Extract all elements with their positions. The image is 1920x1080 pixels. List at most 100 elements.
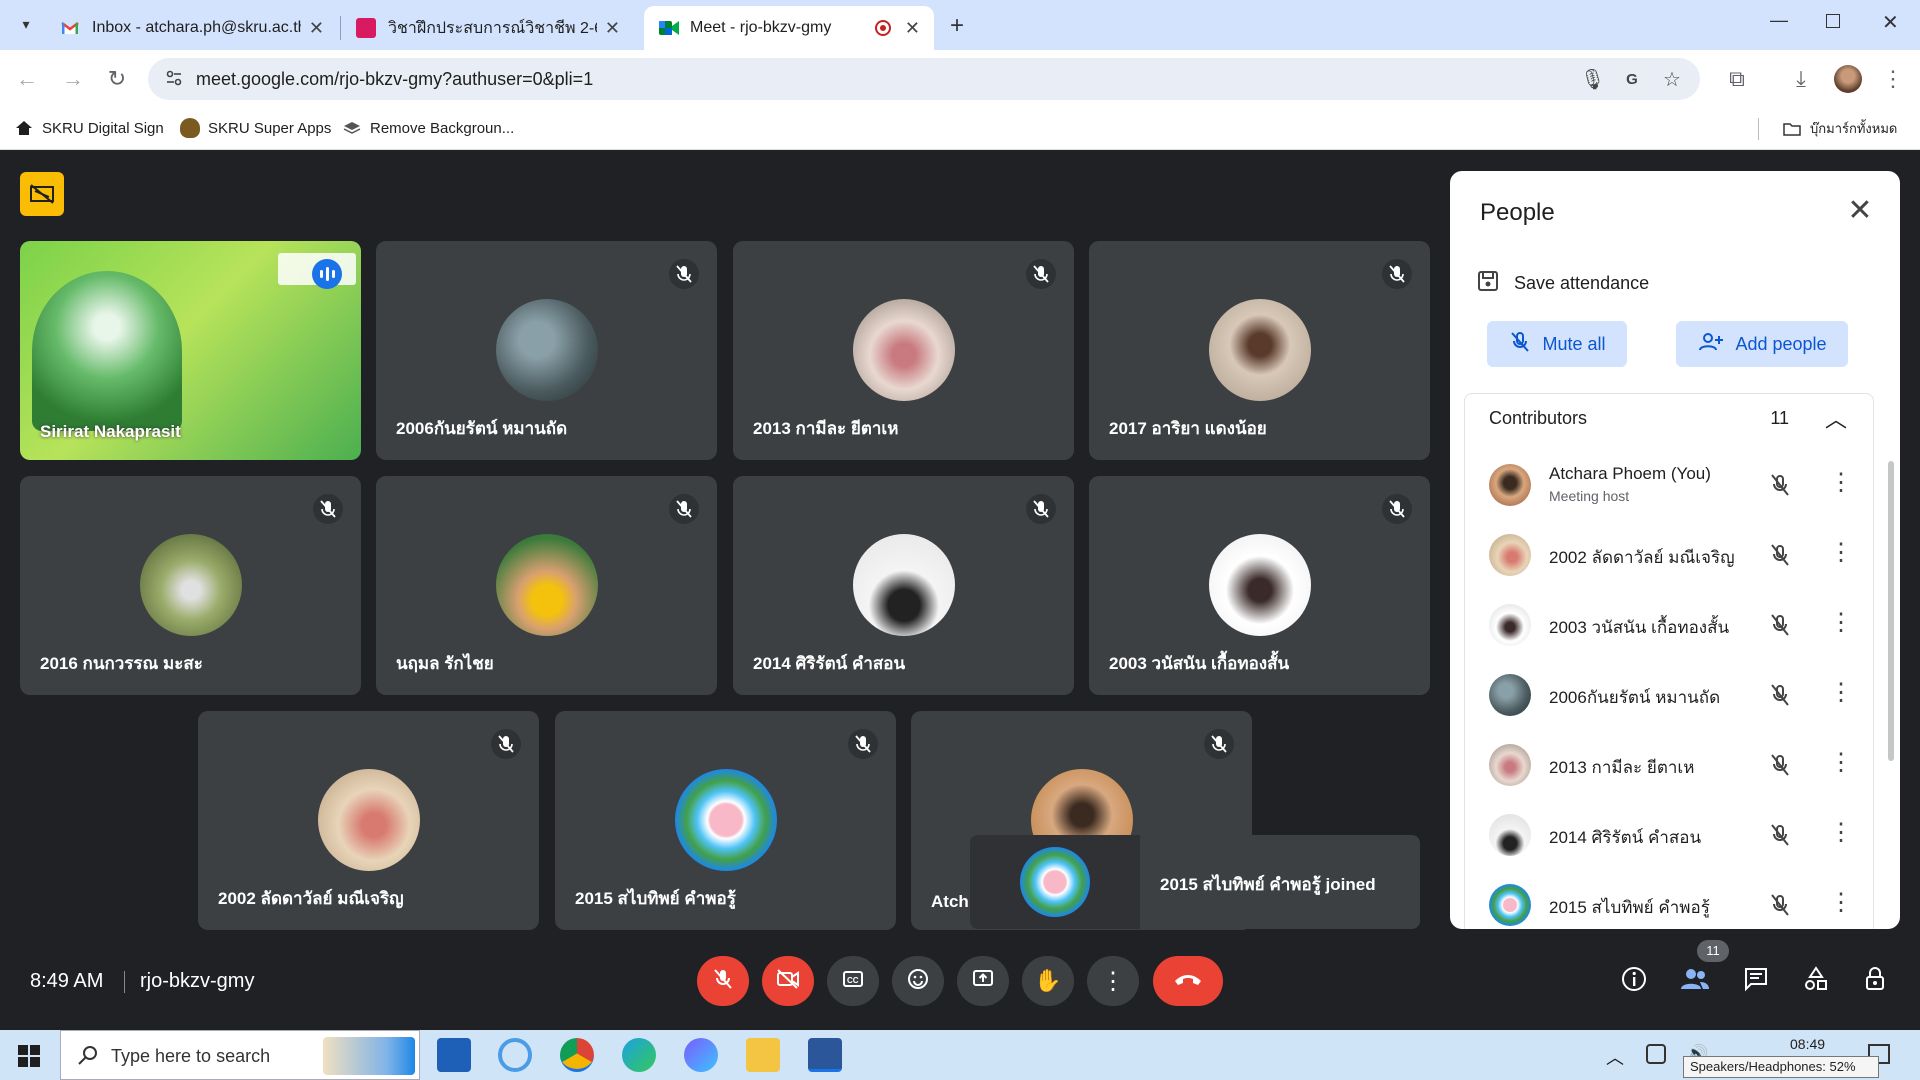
more-vert-icon: ⋮ xyxy=(1101,967,1125,995)
forward-button[interactable]: → xyxy=(58,64,88,94)
mic-off-icon[interactable] xyxy=(1767,542,1793,568)
participant-name: 2014 ศิริรัตน์ คำสอน xyxy=(753,654,906,673)
participant-tile[interactable]: 2015 สไบทิพย์ คำพอรู้ xyxy=(555,711,896,930)
participant-tile[interactable]: 2017 อาริยา แดงน้อย xyxy=(1089,241,1430,460)
site-info-icon[interactable] xyxy=(162,68,186,92)
more-options-icon[interactable]: ⋮ xyxy=(1829,468,1853,498)
close-icon[interactable]: ✕ xyxy=(1844,195,1876,227)
chat-button[interactable] xyxy=(1737,962,1775,1000)
participant-tile[interactable]: 2003 วนัสนัน เกื้อทองสั้น xyxy=(1089,476,1430,695)
translate-icon[interactable]: G xyxy=(1620,68,1644,92)
tray-clock[interactable]: 08:49 xyxy=(1790,1036,1825,1052)
bookmark-remove-background[interactable]: Remove Backgroun... xyxy=(342,118,514,138)
activities-button[interactable] xyxy=(1797,962,1835,1000)
mic-off-icon xyxy=(1382,494,1412,524)
captions-button[interactable]: CC xyxy=(827,956,879,1006)
more-options-icon[interactable]: ⋮ xyxy=(1829,538,1853,568)
mic-off-icon[interactable] xyxy=(1767,752,1793,778)
bookmark-skru-digital-sign[interactable]: SKRU Digital Sign xyxy=(14,118,164,138)
chevron-up-icon[interactable]: ︿ xyxy=(1606,1044,1624,1070)
close-icon[interactable]: ✕ xyxy=(309,18,324,39)
participant-row[interactable]: 2014 ศิริรัตน์ คำสอน ⋮ xyxy=(1465,800,1875,870)
microphone-toggle-button[interactable] xyxy=(697,956,749,1006)
participant-row[interactable]: 2002 ลัดดาวัลย์ มณีเจริญ ⋮ xyxy=(1465,520,1875,590)
close-window-button[interactable]: ✕ xyxy=(1882,10,1899,35)
tab-search-icon[interactable]: ▾ xyxy=(14,12,38,36)
participant-tile[interactable]: 2014 ศิริรัตน์ คำสอน xyxy=(733,476,1074,695)
participant-row[interactable]: 2013 กามีละ ยีตาเห ⋮ xyxy=(1465,730,1875,800)
reload-button[interactable]: ↻ xyxy=(102,64,132,94)
copilot-icon[interactable] xyxy=(684,1038,718,1072)
participant-row[interactable]: 2006กันยรัตน์ หมานถัด ⋮ xyxy=(1465,660,1875,730)
captions-icon: CC xyxy=(841,967,865,996)
file-explorer-icon[interactable] xyxy=(746,1038,780,1072)
minimize-button[interactable]: — xyxy=(1770,10,1788,31)
participant-row[interactable]: 2015 สไบทิพย์ คำพอรู้ ⋮ xyxy=(1465,870,1875,929)
save-attendance-button[interactable]: Save attendance xyxy=(1476,269,1649,298)
profile-avatar[interactable] xyxy=(1834,65,1862,93)
address-bar[interactable]: meet.google.com/rjo-bkzv-gmy?authuser=0&… xyxy=(148,58,1700,100)
new-tab-button[interactable]: + xyxy=(950,12,964,40)
browser-toolbar: ← → ↻ meet.google.com/rjo-bkzv-gmy?authu… xyxy=(0,50,1920,108)
more-options-icon[interactable]: ⋮ xyxy=(1829,608,1853,638)
close-icon[interactable]: ✕ xyxy=(905,18,920,39)
chrome-icon[interactable] xyxy=(560,1038,594,1072)
participant-row[interactable]: 2003 วนัสนัน เกื้อทองสั้น ⋮ xyxy=(1465,590,1875,660)
participant-tile[interactable]: Sirirat Nakaprasit xyxy=(20,241,361,460)
present-screen-button[interactable] xyxy=(957,956,1009,1006)
internet-explorer-icon[interactable] xyxy=(498,1038,532,1072)
leave-call-button[interactable] xyxy=(1153,956,1223,1006)
download-icon[interactable]: ⤓ xyxy=(1786,64,1816,94)
back-button[interactable]: ← xyxy=(12,64,42,94)
add-people-button[interactable]: Add people xyxy=(1676,321,1848,367)
windows-start-icon[interactable] xyxy=(18,1045,40,1067)
participant-tile[interactable]: 2006กันยรัตน์ หมานถัด xyxy=(376,241,717,460)
participant-row[interactable]: Atchara Phoem (You) Meeting host ⋮ xyxy=(1465,450,1875,520)
word-icon[interactable] xyxy=(808,1038,842,1072)
more-options-icon[interactable]: ⋮ xyxy=(1829,818,1853,848)
tab-meet[interactable]: Meet - rjo-bkzv-gmy ✕ xyxy=(644,6,934,50)
bookmark-skru-super-apps[interactable]: SKRU Super Apps xyxy=(180,118,331,138)
tab-course[interactable]: วิชาฝึกประสบการณ์วิชาชีพ 2-66 ก ✕ xyxy=(342,6,634,50)
meeting-info-badge[interactable] xyxy=(20,172,64,216)
chevron-up-icon[interactable]: ︿ xyxy=(1825,402,1847,434)
host-controls-button[interactable] xyxy=(1856,962,1894,1000)
star-icon[interactable]: ☆ xyxy=(1660,68,1684,92)
camera-toggle-button[interactable] xyxy=(762,956,814,1006)
microphone-icon[interactable]: 🎙 xyxy=(1580,68,1605,92)
reactions-button[interactable] xyxy=(892,956,944,1006)
close-icon[interactable]: ✕ xyxy=(605,18,620,39)
restore-button[interactable] xyxy=(1826,14,1840,28)
taskbar-search[interactable]: Type here to search xyxy=(60,1030,420,1080)
participant-tile[interactable]: 2013 กามีละ ยีตาเห xyxy=(733,241,1074,460)
participant-tile[interactable]: นฤมล รักไชย xyxy=(376,476,717,695)
participant-tile[interactable]: 2016 กนกวรรณ มะสะ xyxy=(20,476,361,695)
mic-off-icon[interactable] xyxy=(1767,612,1793,638)
mute-all-button[interactable]: Mute all xyxy=(1487,321,1627,367)
participant-tile[interactable]: 2002 ลัดดาวัลย์ มณีเจริญ xyxy=(198,711,539,930)
tab-gmail[interactable]: Inbox - atchara.ph@skru.ac.th - ✕ xyxy=(46,6,338,50)
raise-hand-button[interactable]: ✋ xyxy=(1022,956,1074,1006)
avatar xyxy=(1489,534,1531,576)
meeting-details-button[interactable] xyxy=(1615,962,1653,1000)
mic-off-icon[interactable] xyxy=(1767,472,1793,498)
more-options-icon[interactable]: ⋮ xyxy=(1829,748,1853,778)
store-icon[interactable] xyxy=(437,1038,471,1072)
avatar xyxy=(1489,464,1531,506)
bookmarks-bar: SKRU Digital Sign SKRU Super Apps Remove… xyxy=(0,108,1920,150)
more-options-icon[interactable]: ⋮ xyxy=(1829,678,1853,708)
mic-off-icon xyxy=(313,494,343,524)
mic-off-icon[interactable] xyxy=(1767,682,1793,708)
avatar xyxy=(1489,744,1531,786)
people-button[interactable] xyxy=(1676,962,1714,1000)
meet-tray-icon[interactable] xyxy=(1646,1044,1666,1064)
mic-off-icon[interactable] xyxy=(1767,892,1793,918)
mic-off-icon[interactable] xyxy=(1767,822,1793,848)
edge-icon[interactable] xyxy=(622,1038,656,1072)
menu-icon[interactable]: ⋮ xyxy=(1878,64,1908,94)
more-options-icon[interactable]: ⋮ xyxy=(1829,888,1853,918)
more-options-button[interactable]: ⋮ xyxy=(1087,956,1139,1006)
all-bookmarks[interactable]: บุ๊กมาร์กทั้งหมด xyxy=(1782,118,1897,139)
scrollbar[interactable] xyxy=(1888,461,1894,761)
extensions-icon[interactable]: ⧉ xyxy=(1722,64,1752,94)
